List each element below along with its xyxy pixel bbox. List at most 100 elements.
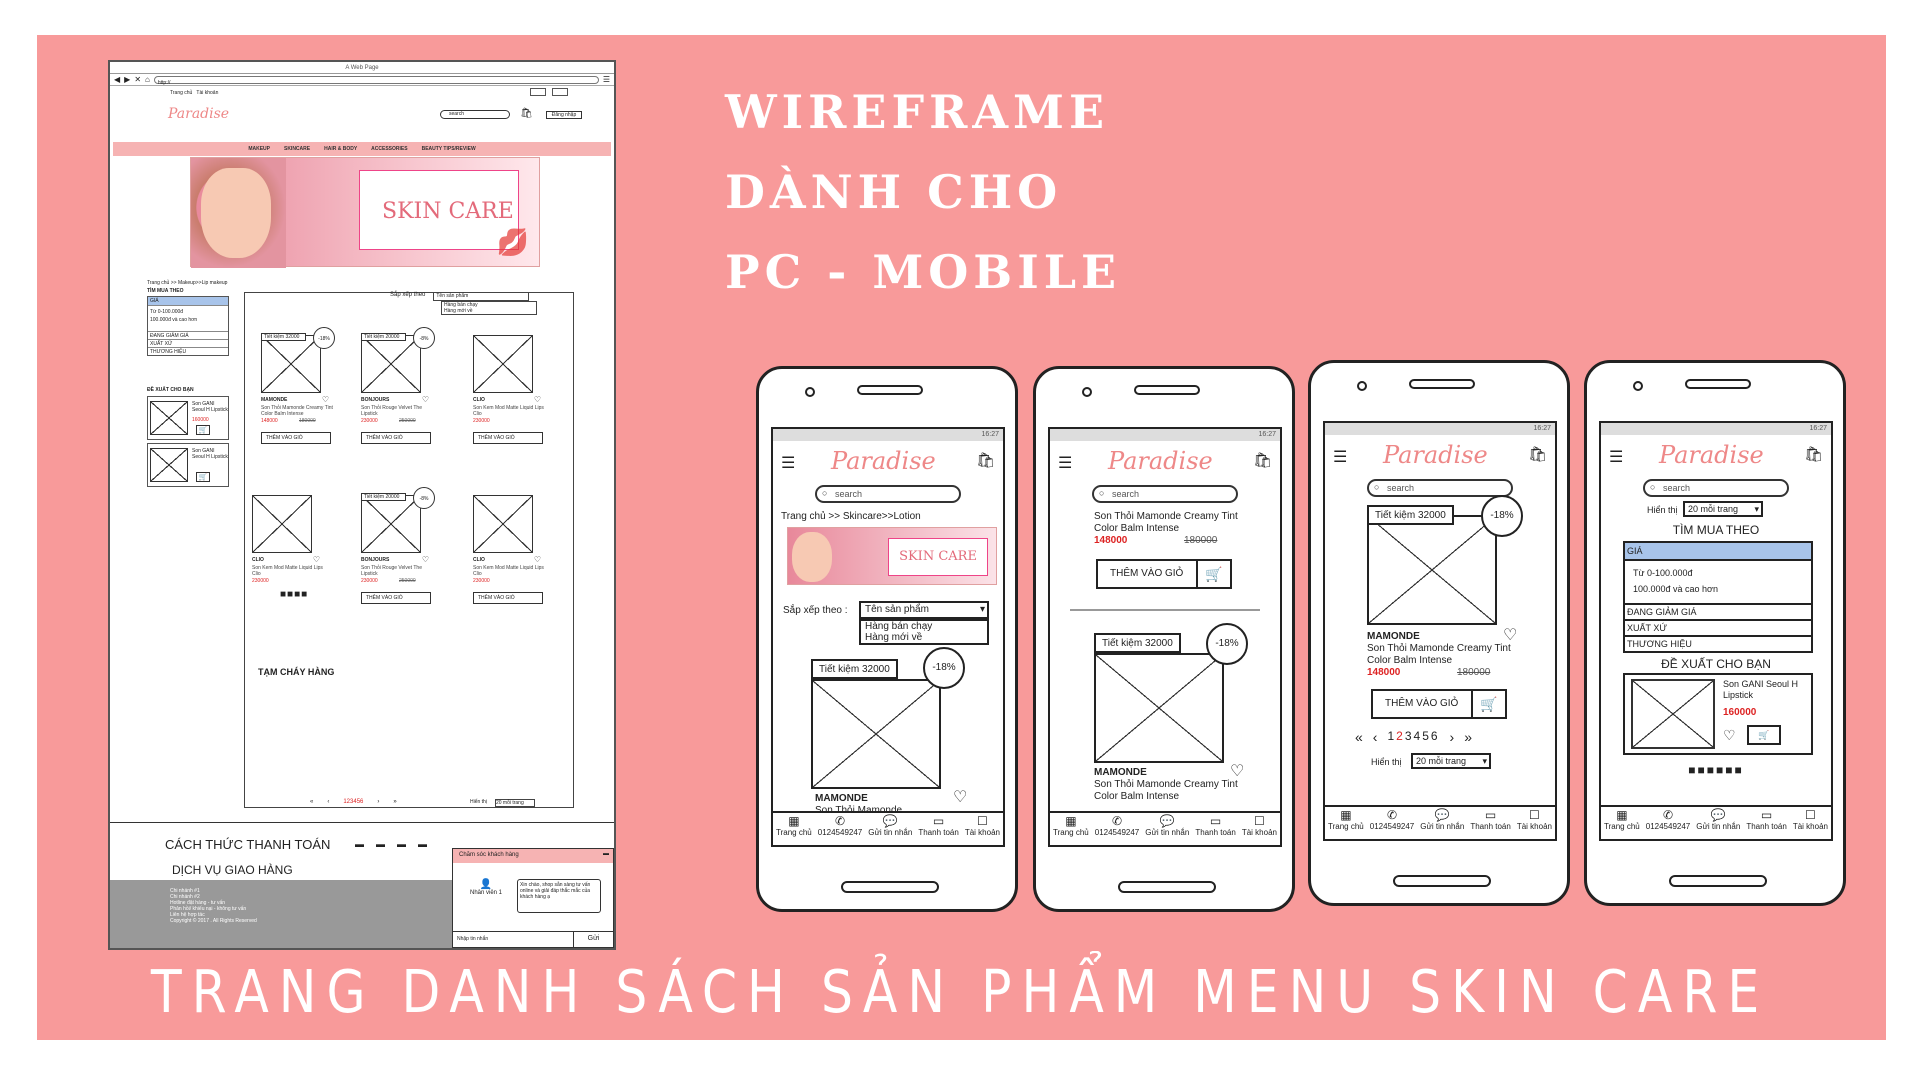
price-range-2[interactable]: 100.000đ và cao hơn xyxy=(1633,581,1803,597)
add-to-cart-button[interactable]: THÊM VÀO GIỎ 🛒 xyxy=(1096,559,1232,589)
recommend-item[interactable]: Son GANI Seoul H Lipstick 🛒 xyxy=(147,443,229,487)
hamburger-icon[interactable]: ☰ xyxy=(781,453,795,473)
heart-icon[interactable]: ♡ xyxy=(313,555,320,564)
product-card[interactable]: ♡ CLIO Son Kem Mod Matte Liquid Lips Cli… xyxy=(465,315,549,444)
breadcrumb[interactable]: Trang chủ >> Makeup>>Lip makeup xyxy=(147,280,227,286)
add-to-cart-button[interactable]: THÊM VÀO GIỎ xyxy=(361,592,431,604)
search-input[interactable]: search xyxy=(1643,479,1789,497)
heart-icon[interactable]: ♡ xyxy=(1503,625,1517,645)
chat-header[interactable]: Chăm sóc khách hàng ▬ xyxy=(453,849,613,863)
tab-account[interactable]: ☐ Tài khoản xyxy=(1517,809,1552,839)
first-page-button[interactable]: « xyxy=(1355,729,1363,745)
filter-sale[interactable]: ĐANG GIẢM GIÁ xyxy=(148,331,228,339)
menu-item-hair-body[interactable]: HAIR & BODY xyxy=(324,142,357,156)
page-numbers[interactable]: 3456 xyxy=(1405,729,1440,743)
login-button[interactable]: Đăng nhập xyxy=(546,111,582,119)
home-icon[interactable]: ⌂ xyxy=(145,75,150,84)
site-logo[interactable]: Paradise xyxy=(1383,441,1488,469)
filter-brand[interactable]: THƯƠNG HIỆU xyxy=(1625,635,1811,651)
tab-hotline[interactable]: ✆ 0124549247 xyxy=(1370,809,1415,839)
per-page-select[interactable]: 20 mỗi trang xyxy=(494,799,535,807)
tab-home[interactable]: ▦ Trang chủ xyxy=(776,815,812,845)
heart-icon[interactable]: ♡ xyxy=(534,395,541,404)
language-currency-selects[interactable] xyxy=(530,88,568,96)
cart-icon[interactable]: 🛍 xyxy=(1253,451,1272,469)
home-button[interactable] xyxy=(1118,881,1216,893)
close-icon[interactable]: ✕ xyxy=(134,75,141,84)
tab-payment[interactable]: ▭ Thanh toán xyxy=(1195,815,1235,845)
home-button[interactable] xyxy=(1393,875,1491,887)
tab-payment[interactable]: ▭ Thanh toán xyxy=(1746,809,1786,839)
sort-select[interactable]: Tên sản phẩm xyxy=(433,292,530,301)
heart-icon[interactable]: ♡ xyxy=(1723,727,1736,744)
url-field[interactable]: http:// xyxy=(153,75,599,86)
add-to-cart-button[interactable]: THÊM VÀO GIỎ xyxy=(473,432,543,444)
prev-page-button[interactable]: ‹ xyxy=(1373,729,1378,745)
site-logo[interactable]: Paradise xyxy=(1659,441,1764,469)
filter-origin[interactable]: XUẤT XỨ xyxy=(148,339,228,347)
tab-message[interactable]: 💬 Gửi tin nhắn xyxy=(1420,809,1464,839)
cart-icon[interactable]: 🛍 xyxy=(520,108,533,119)
filter-sale[interactable]: ĐANG GIẢM GIÁ xyxy=(1625,603,1811,619)
tab-message[interactable]: 💬 Gửi tin nhắn xyxy=(1145,815,1189,845)
heart-icon[interactable]: ♡ xyxy=(953,787,967,807)
search-input[interactable]: search xyxy=(440,110,510,119)
add-cart-icon[interactable]: 🛒 xyxy=(196,425,210,435)
page-numbers[interactable]: 123456 xyxy=(343,799,363,805)
sort-option[interactable]: Hàng bán chạy xyxy=(865,621,987,632)
sort-option[interactable]: Hàng mới về xyxy=(444,308,536,314)
topnav-account[interactable]: Tài khoản xyxy=(196,90,218,96)
add-to-cart-button[interactable]: THÊM VÀO GIỎ xyxy=(261,432,331,444)
price-range-2[interactable]: 100.000đ và cao hơn xyxy=(150,316,226,324)
next-page-button[interactable]: › xyxy=(377,799,379,805)
heart-icon[interactable]: ♡ xyxy=(534,555,541,564)
tab-account[interactable]: ☐ Tài khoản xyxy=(1242,815,1277,845)
home-button[interactable] xyxy=(1669,875,1767,887)
hamburger-icon[interactable]: ☰ xyxy=(1333,447,1347,467)
last-page-button[interactable]: » xyxy=(393,799,396,805)
heart-icon[interactable]: ♡ xyxy=(322,395,329,404)
tab-account[interactable]: ☐ Tài khoản xyxy=(965,815,1000,845)
search-input[interactable]: search xyxy=(815,485,961,503)
cart-icon[interactable]: 🛍 xyxy=(976,451,995,469)
tab-hotline[interactable]: ✆ 0124549247 xyxy=(1646,809,1691,839)
site-logo[interactable]: Paradise xyxy=(831,447,936,475)
sort-option[interactable]: Hàng mới về xyxy=(865,632,987,643)
menu-item-beauty-tips[interactable]: BEAUTY TIPS/REVIEW xyxy=(422,142,476,156)
hamburger-icon[interactable]: ☰ xyxy=(1609,447,1623,467)
product-card[interactable]: ♡ CLIO Son Kem Mod Matte Liquid Lips Cli… xyxy=(465,475,549,604)
menu-item-makeup[interactable]: MAKEUP xyxy=(248,142,270,156)
topnav-home[interactable]: Trang chủ xyxy=(170,90,192,96)
filter-price[interactable]: GIÁ xyxy=(1625,543,1811,559)
forward-icon[interactable]: ▶ xyxy=(124,75,130,84)
price-range-1[interactable]: Từ 0-100.000đ xyxy=(1633,565,1803,581)
tab-account[interactable]: ☐ Tài khoản xyxy=(1793,809,1828,839)
product-card[interactable]: Tiết kiệm 20000 -8% ♡ BONJOURS Son Thỏi … xyxy=(353,315,437,444)
add-to-cart-button[interactable]: THÊM VÀO GIỎ xyxy=(473,592,543,604)
add-cart-icon[interactable]: 🛒 xyxy=(1747,725,1781,745)
add-to-cart-button[interactable]: THÊM VÀO GIỎ xyxy=(361,432,431,444)
add-to-cart-button[interactable]: THÊM VÀO GIỎ 🛒 xyxy=(1371,689,1507,719)
heart-icon[interactable]: ♡ xyxy=(422,555,429,564)
cart-icon[interactable]: 🛍 xyxy=(1804,445,1823,463)
per-page-select[interactable]: 20 mỗi trang ▾ xyxy=(1411,753,1491,769)
breadcrumb[interactable]: Trang chủ >> Skincare>>Lotion xyxy=(781,511,921,522)
tab-payment[interactable]: ▭ Thanh toán xyxy=(918,815,958,845)
recommend-item[interactable]: Son GANI Seoul H Lipstick 160000 🛒 xyxy=(147,396,229,440)
back-icon[interactable]: ◀ xyxy=(114,75,120,84)
tab-home[interactable]: ▦ Trang chủ xyxy=(1053,815,1089,845)
sort-select[interactable]: Tên sản phẩm ▾ xyxy=(859,601,989,619)
last-page-button[interactable]: » xyxy=(1464,729,1472,745)
cart-icon[interactable]: 🛍 xyxy=(1528,445,1547,463)
menu-item-skincare[interactable]: SKINCARE xyxy=(284,142,310,156)
heart-icon[interactable]: ♡ xyxy=(1230,761,1244,781)
menu-icon[interactable]: ☰ xyxy=(603,75,610,84)
first-page-button[interactable]: « xyxy=(310,799,313,805)
product-card[interactable]: ♡ CLIO Son Kem Mod Matte Liquid Lips Cli… xyxy=(244,475,328,595)
tab-hotline[interactable]: ✆ 0124549247 xyxy=(818,815,863,845)
minimize-icon[interactable]: ▬ xyxy=(603,851,609,857)
filter-origin[interactable]: XUẤT XỨ xyxy=(1625,619,1811,635)
tab-message[interactable]: 💬 Gửi tin nhắn xyxy=(868,815,912,845)
site-logo[interactable]: Paradise xyxy=(168,106,229,122)
next-page-button[interactable]: › xyxy=(1450,729,1455,745)
